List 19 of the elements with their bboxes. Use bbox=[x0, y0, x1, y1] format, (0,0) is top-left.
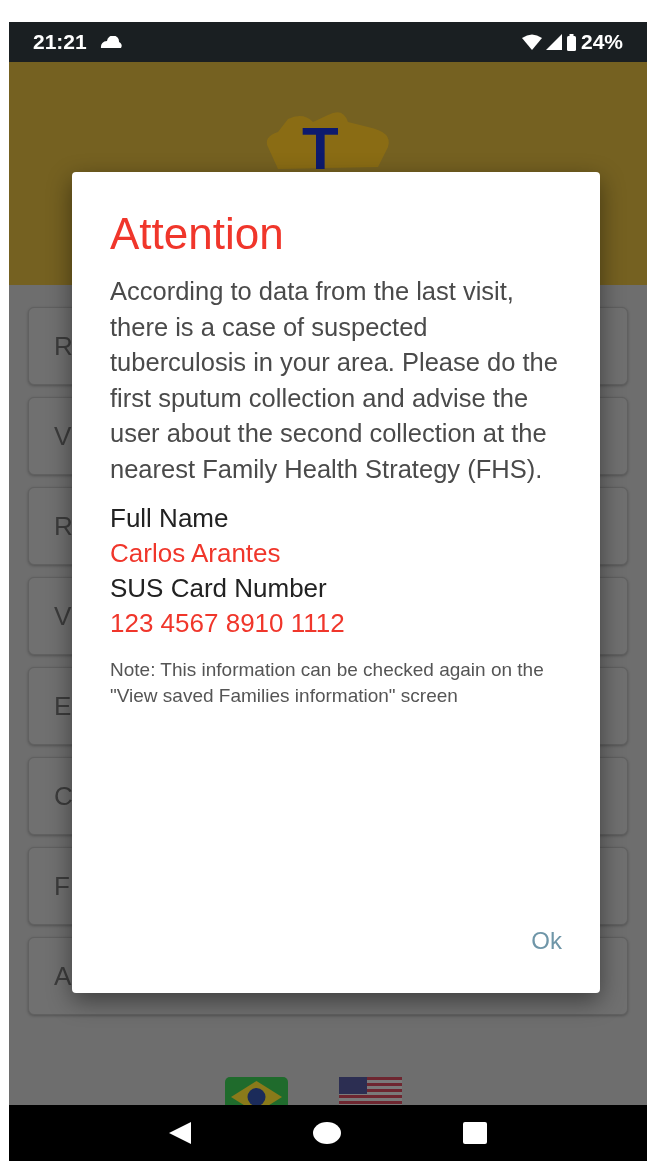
cloud-icon bbox=[98, 36, 123, 48]
back-icon[interactable] bbox=[169, 1122, 192, 1144]
clock-text: 21:21 bbox=[33, 29, 87, 56]
battery-icon bbox=[565, 33, 577, 51]
field-value: Carlos Arantes bbox=[110, 537, 282, 570]
field-label: SUS Card Number bbox=[110, 572, 328, 605]
dialog-message: According to data from the last visit, there is a case of suspected tuberculosis in your area. Please do the first sputum collection and advise the user about the second collection at the nearest Family Health Strategy (FHS). bbox=[110, 276, 559, 485]
recents-icon[interactable] bbox=[462, 1122, 487, 1144]
ok-button[interactable]: Ok bbox=[523, 919, 570, 963]
flag-icon[interactable] bbox=[224, 1077, 288, 1105]
field-label: Full Name bbox=[110, 502, 230, 535]
wifi-icon bbox=[521, 34, 542, 50]
battery-text: 24% bbox=[580, 29, 623, 56]
dialog-title: Attention bbox=[110, 208, 285, 260]
dialog-note: Note: This information can be checked again on the "View saved Families information" screen bbox=[110, 658, 545, 708]
field-value: 123 4567 8910 1112 bbox=[110, 607, 346, 640]
signal-icon bbox=[545, 34, 562, 50]
home-icon[interactable] bbox=[312, 1121, 342, 1145]
flag-icon[interactable] bbox=[338, 1077, 402, 1105]
